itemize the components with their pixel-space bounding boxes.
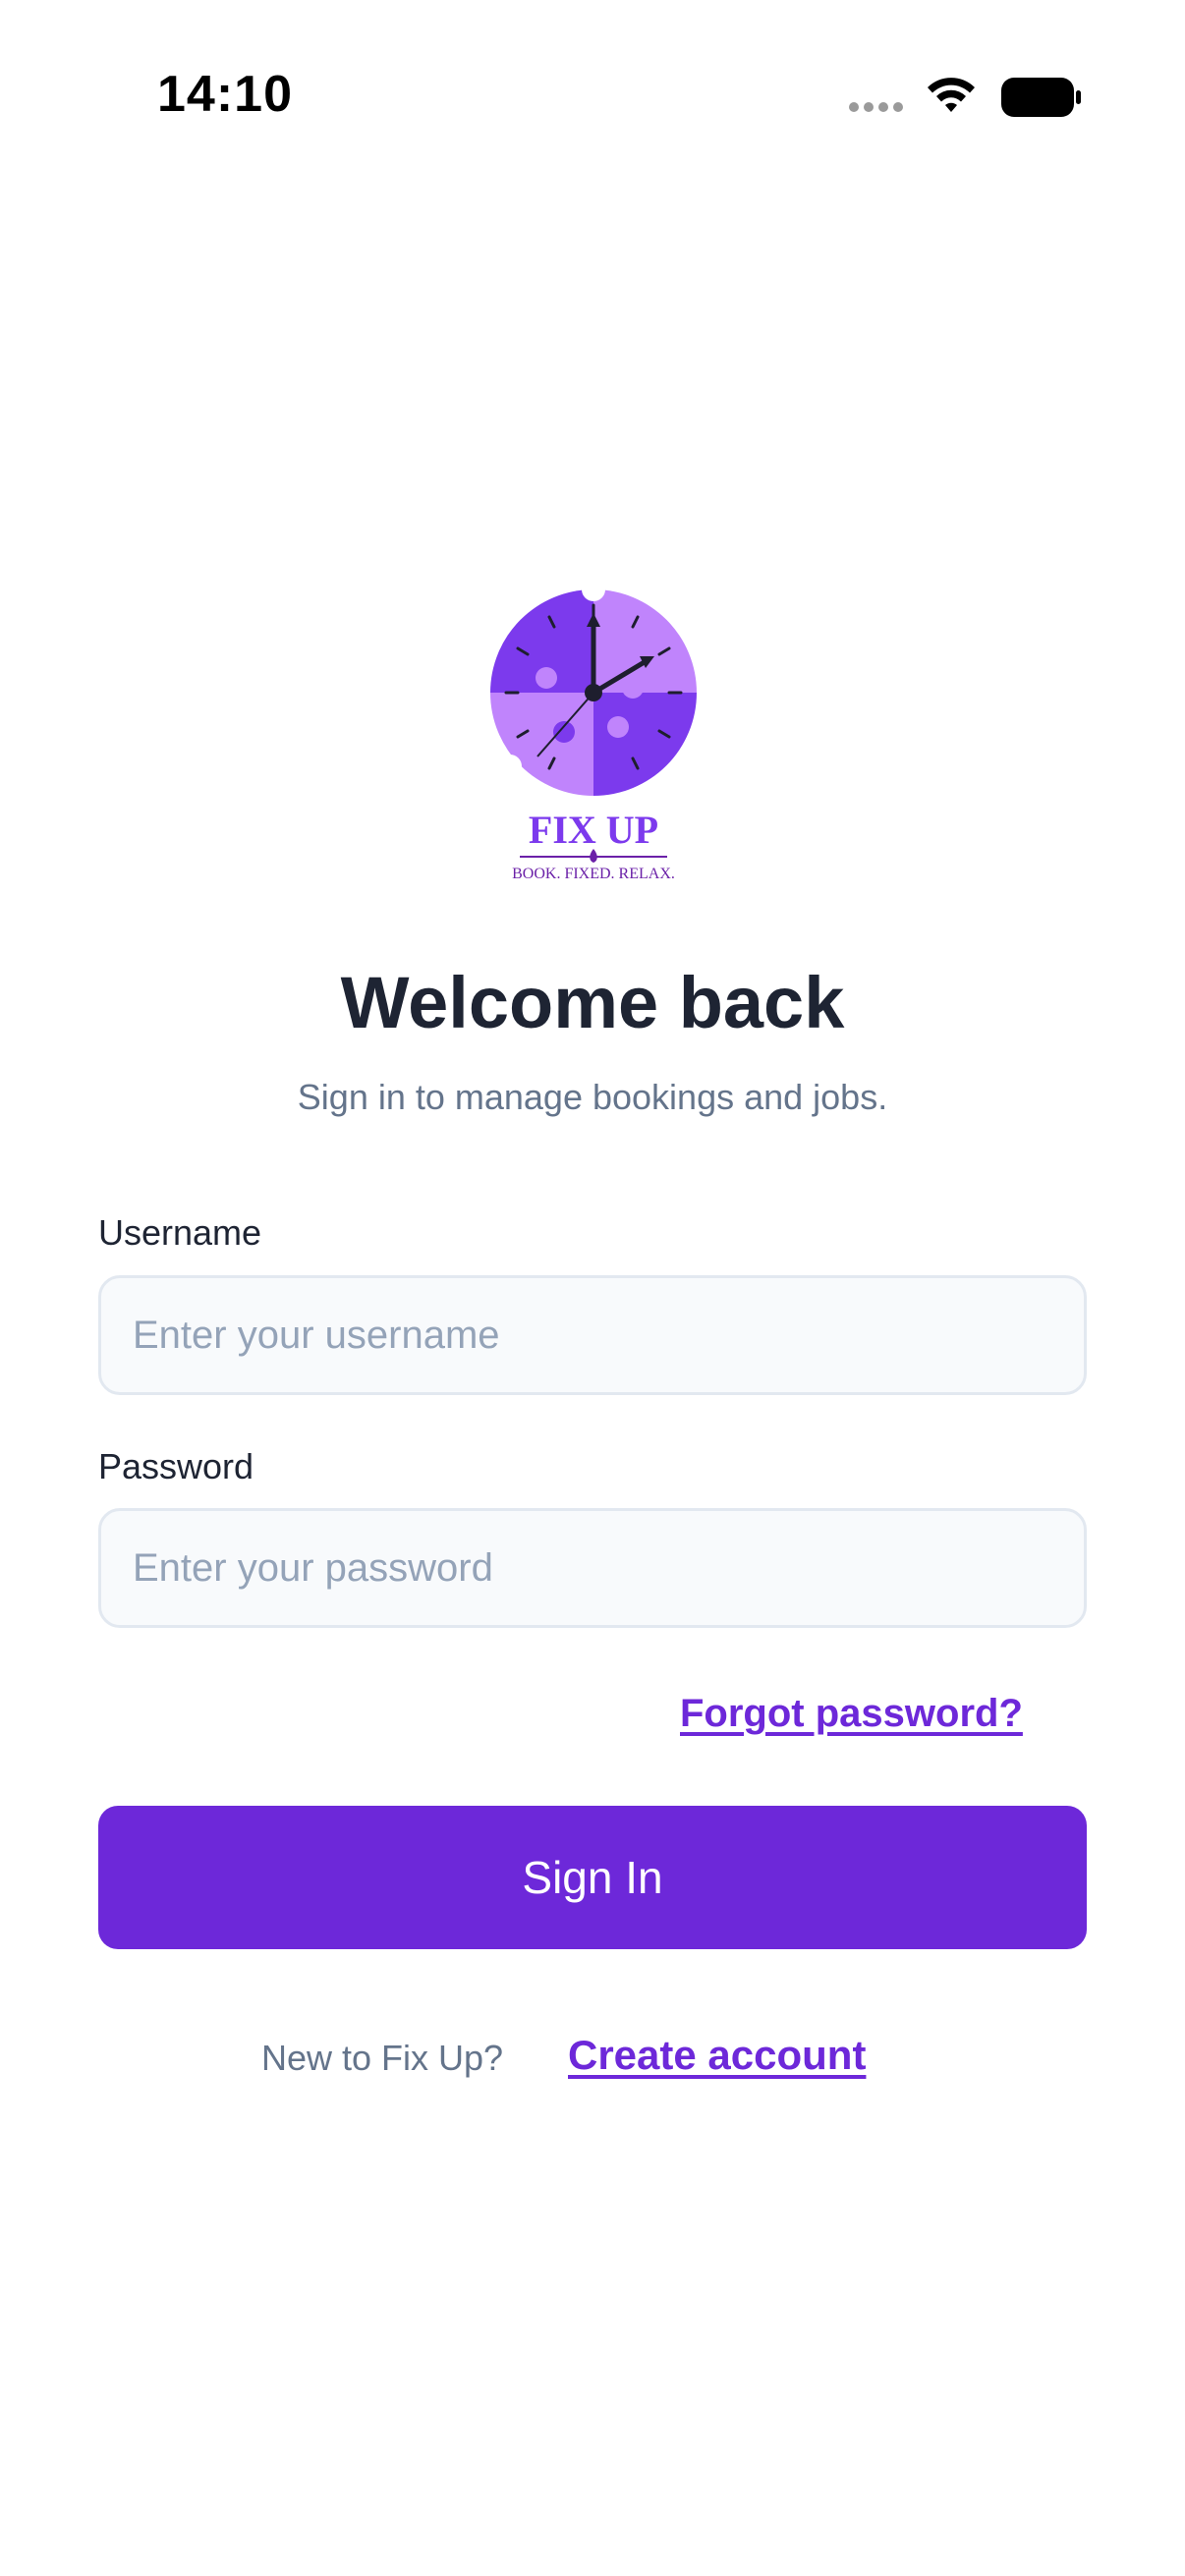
status-bar: 14:10	[0, 0, 1185, 196]
signal-dots-icon	[849, 102, 903, 112]
password-input[interactable]	[98, 1508, 1087, 1628]
status-time: 14:10	[157, 66, 293, 123]
password-label: Password	[98, 1446, 254, 1486]
page-subtitle: Sign in to manage bookings and jobs.	[297, 1077, 888, 1117]
logo-tagline: BOOK. FIXED. RELAX.	[512, 866, 675, 882]
sign-in-button[interactable]: Sign In	[98, 1806, 1087, 1949]
forgot-password-link[interactable]: Forgot password?	[680, 1692, 1023, 1736]
create-account-link[interactable]: Create account	[568, 2032, 866, 2079]
battery-icon	[1001, 78, 1081, 117]
username-label: Username	[98, 1212, 262, 1253]
wifi-icon	[928, 78, 975, 112]
fix-up-logo: FIX UP BOOK. FIXED. RELAX.	[490, 578, 706, 882]
page-title: Welcome back	[340, 962, 845, 1043]
logo-brand-text: FIX UP	[529, 808, 658, 852]
new-user-prompt: New to Fix Up?	[261, 2038, 504, 2078]
username-input[interactable]	[98, 1275, 1087, 1395]
puzzle-clock-icon	[490, 578, 706, 796]
